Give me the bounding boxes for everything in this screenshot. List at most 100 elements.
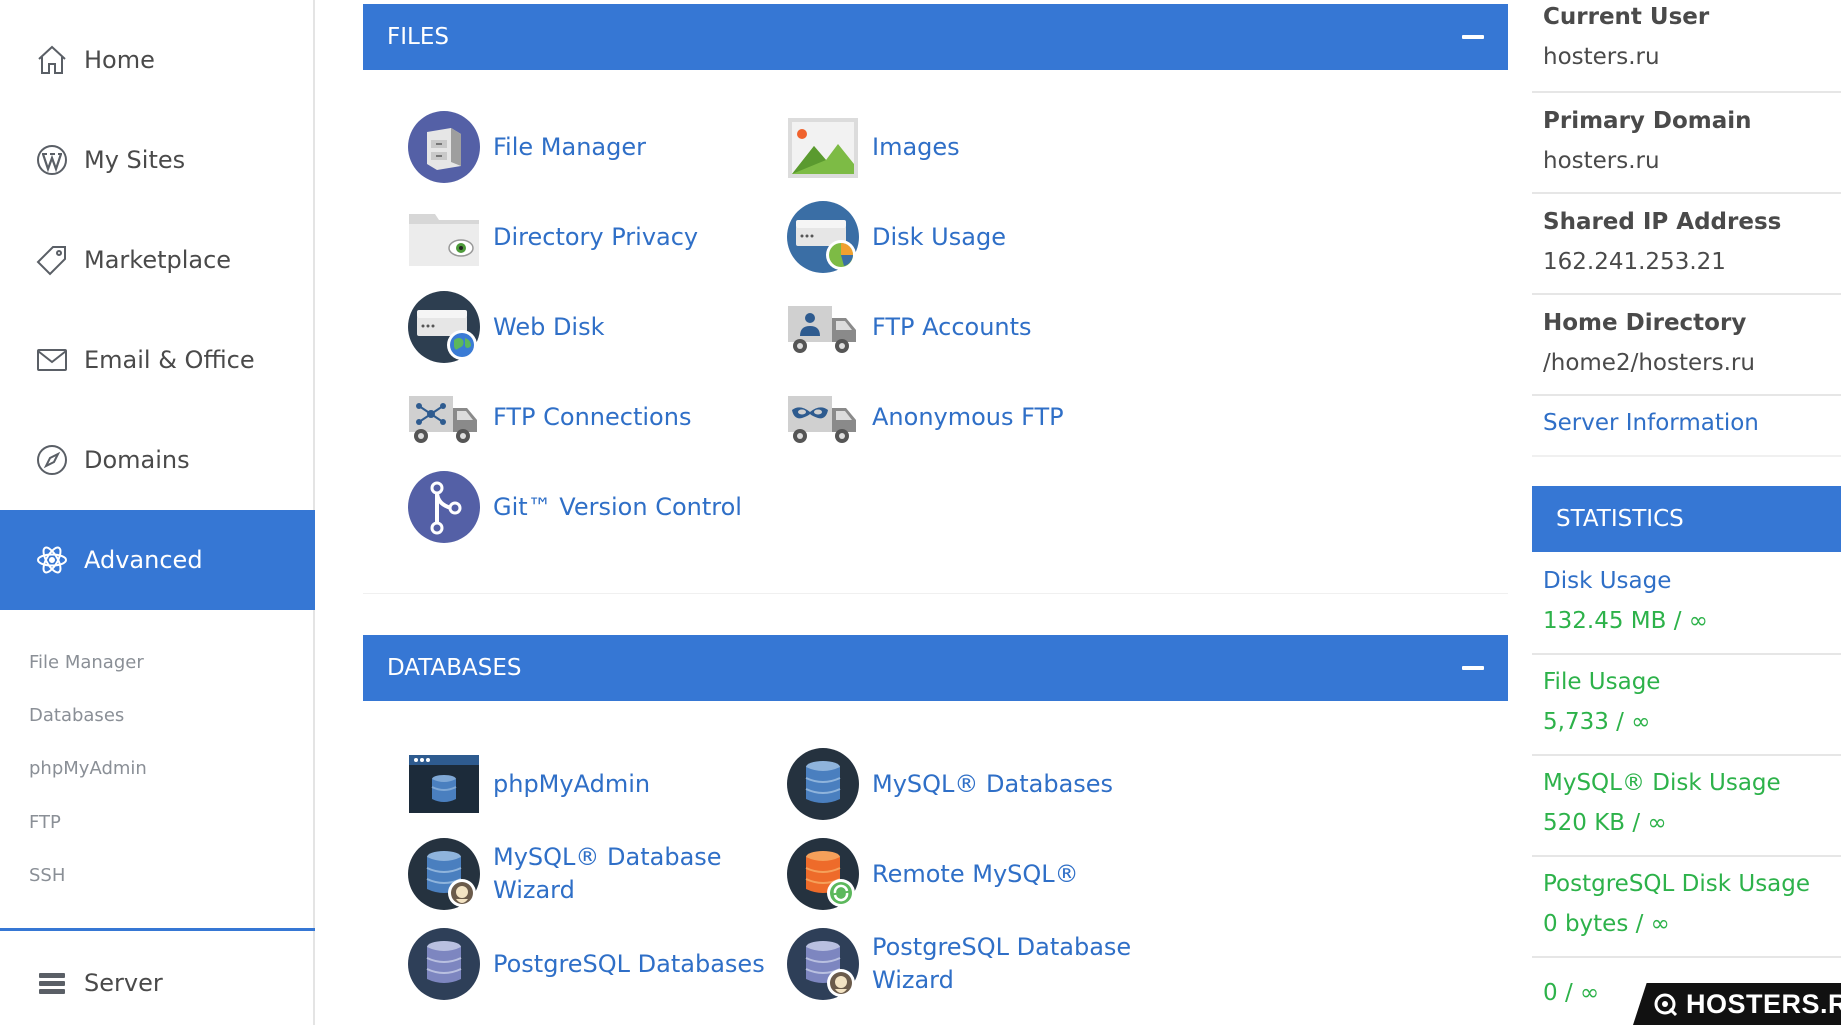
tool-label: FTP Connections [493,402,692,431]
stat-value: 0 bytes / ∞ [1543,911,1670,937]
tool-web-disk[interactable]: Web Disk [407,290,605,364]
statistics-title: STATISTICS [1556,506,1684,532]
image-icon [786,110,860,184]
postgresql-wizard-icon [786,927,860,1001]
panel-title: DATABASES [387,655,522,681]
git-icon [407,470,481,544]
sidebar-item-label: Domains [84,446,190,474]
sidebar-item-my-sites[interactable]: My Sites [0,110,315,210]
postgresql-database-icon [407,927,481,1001]
watermark-text: HOSTERS.RU [1686,989,1841,1019]
mysql-wizard-icon [407,837,481,911]
sidebar-item-label: Home [84,46,155,74]
tool-label: MySQL® Databases [872,769,1114,798]
ftp-connections-truck-icon [407,380,481,454]
tool-phpmyadmin[interactable]: phpMyAdmin [407,747,650,821]
databases-panel: DATABASES phpMyAdmin MySQL® Databases My… [363,635,1508,1025]
files-panel-header[interactable]: FILES [363,4,1508,70]
shared-ip-value: 162.241.253.21 [1543,249,1726,275]
sidebar-item-home[interactable]: Home [0,10,315,110]
tool-label: Remote MySQL® [872,859,1079,888]
server-stack-icon [34,965,70,1001]
tool-images[interactable]: Images [786,110,960,184]
databases-panel-body: phpMyAdmin MySQL® Databases MySQL® Datab… [363,701,1508,1025]
stat-label[interactable]: Disk Usage [1543,566,1841,596]
home-directory-value: /home2/hosters.ru [1543,350,1755,376]
compass-icon [34,442,70,478]
databases-panel-header[interactable]: DATABASES [363,635,1508,701]
stat-value: 132.45 MB / ∞ [1543,608,1708,634]
files-panel: FILES File Manager Images Directory Priv… [363,4,1508,594]
tool-file-manager[interactable]: File Manager [407,110,646,184]
tool-postgresql-databases[interactable]: PostgreSQL Databases [407,927,765,1001]
chat-bubble-icon [1654,993,1678,1016]
tool-label: Anonymous FTP [872,402,1064,431]
home-icon [34,42,70,78]
subnav-phpmyadmin[interactable]: phpMyAdmin [29,758,147,779]
tool-directory-privacy[interactable]: Directory Privacy [407,200,698,274]
tool-ftp-connections[interactable]: FTP Connections [407,380,691,454]
sidebar-item-label: Marketplace [84,246,232,274]
stat-postgresql-disk-usage: PostgreSQL Disk Usage 0 bytes / ∞ [1532,869,1841,958]
stat-label: MySQL® Disk Usage [1543,770,1781,796]
file-cabinet-icon [407,110,481,184]
ftp-accounts-truck-icon [786,290,860,364]
sidebar-item-label: My Sites [84,146,186,174]
tool-label: Disk Usage [872,222,1006,251]
atom-icon [34,542,70,578]
tool-label-line1: MySQL® Database [493,843,722,871]
remote-mysql-icon [786,837,860,911]
phpmyadmin-icon [407,747,481,821]
sidebar-item-email-office[interactable]: Email & Office [0,310,315,410]
tool-label: MySQL® Database Wizard [493,841,722,907]
subnav-databases[interactable]: Databases [29,705,124,726]
sidebar-item-label: Advanced [84,546,203,574]
primary-domain-label: Primary Domain [1543,108,1752,134]
current-user-block: Current User hosters.ru [1532,4,1841,93]
statistics-header[interactable]: STATISTICS [1532,486,1841,552]
mysql-database-icon [786,747,860,821]
stat-mysql-disk-usage: MySQL® Disk Usage 520 KB / ∞ [1532,768,1841,857]
sidebar-item-server[interactable]: Server [0,948,315,1018]
tool-label-line1: PostgreSQL Database [872,933,1132,961]
home-directory-block: Home Directory /home2/hosters.ru [1532,310,1841,396]
stat-label: File Usage [1543,669,1661,695]
tool-remote-mysql[interactable]: Remote MySQL® [786,837,1079,911]
sidebar-item-marketplace[interactable]: Marketplace [0,210,315,310]
tool-ftp-accounts[interactable]: FTP Accounts [786,290,1032,364]
wordpress-icon [34,142,70,178]
sidebar: Home My Sites Marketplace Email & Office… [0,0,315,1025]
stat-value: 5,733 / ∞ [1543,709,1651,735]
subnav-ssh[interactable]: SSH [29,865,65,886]
tool-anonymous-ftp[interactable]: Anonymous FTP [786,380,1064,454]
panel-title: FILES [387,24,449,50]
tool-postgresql-database-wizard[interactable]: PostgreSQL Database Wizard [786,927,1131,1001]
tool-disk-usage[interactable]: Disk Usage [786,200,1006,274]
server-information-link[interactable]: Server Information [1543,410,1759,436]
stat-value: 520 KB / ∞ [1543,810,1667,836]
tool-git-version-control[interactable]: Git™ Version Control [407,470,742,544]
folder-eye-icon [407,200,481,274]
tool-mysql-databases[interactable]: MySQL® Databases [786,747,1113,821]
sidebar-item-label: Server [84,969,163,997]
tool-label: Images [872,132,960,161]
stat-label: PostgreSQL Disk Usage [1543,871,1811,897]
tool-mysql-database-wizard[interactable]: MySQL® Database Wizard [407,837,722,911]
shared-ip-block: Shared IP Address 162.241.253.21 [1532,209,1841,295]
stat-file-usage: File Usage 5,733 / ∞ [1532,667,1841,756]
envelope-icon [34,342,70,378]
divider [1532,455,1841,457]
sidebar-item-advanced[interactable]: Advanced [0,510,315,610]
collapse-icon[interactable] [1462,666,1484,670]
sidebar-item-domains[interactable]: Domains [0,410,315,510]
tool-label: Web Disk [493,312,605,341]
collapse-icon[interactable] [1462,35,1484,39]
files-panel-body: File Manager Images Directory Privacy Di… [363,70,1508,594]
subnav-file-manager[interactable]: File Manager [29,652,144,673]
tool-label: File Manager [493,132,646,161]
current-user-value: hosters.ru [1543,44,1660,70]
tool-label: Directory Privacy [493,222,699,251]
current-user-label: Current User [1543,4,1710,30]
subnav-ftp[interactable]: FTP [29,812,61,833]
disk-usage-icon [786,200,860,274]
